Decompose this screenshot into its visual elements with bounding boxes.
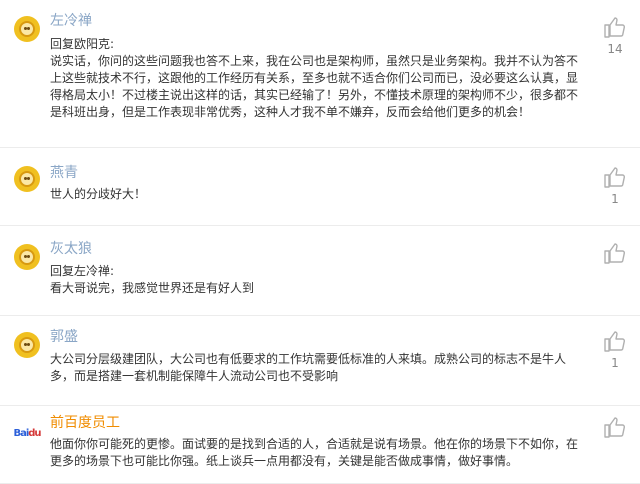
comment-text: 看大哥说完，我感觉世界还是有好人到 [50, 281, 255, 295]
like-count: 1 [611, 192, 619, 206]
username[interactable]: 前百度员工 [50, 414, 120, 432]
comment-item: 左冷禅 回复欧阳克: 说实话，你问的这些问题我也答不上来，我在公司也是架构师，虽… [0, 0, 640, 148]
comment-content: 他面你你可能死的更惨。面试要的是找到合适的人，合适就是说有场景。他在你的场景下不… [50, 436, 588, 470]
like-button[interactable]: 1 [600, 330, 630, 370]
thumbs-up-icon [604, 167, 626, 188]
reply-line: 回复欧阳克: [50, 37, 115, 51]
avatar[interactable] [14, 166, 40, 192]
username[interactable]: 燕青 [50, 164, 78, 182]
like-button[interactable] [600, 416, 630, 442]
comment-content: 回复欧阳克: 说实话，你问的这些问题我也答不上来，我在公司也是架构师，虽然只是业… [50, 36, 588, 121]
comment-text: 大公司分层级建团队，大公司也有低要求的工作坑需要低标准的人来填。成熟公司的标志不… [50, 352, 567, 383]
avatar[interactable] [14, 16, 40, 42]
avatar[interactable] [14, 244, 40, 270]
comment-item: 燕青 世人的分歧好大！ 1 [0, 148, 640, 226]
avatar[interactable] [14, 332, 40, 358]
comment-item: Baidu 前百度员工 他面你你可能死的更惨。面试要的是找到合适的人，合适就是说… [0, 406, 640, 484]
like-button[interactable] [600, 242, 630, 268]
comment-list: 左冷禅 回复欧阳克: 说实话，你问的这些问题我也答不上来，我在公司也是架构师，虽… [0, 0, 640, 484]
username[interactable]: 灰太狼 [50, 240, 92, 258]
comment-item: 郭盛 大公司分层级建团队，大公司也有低要求的工作坑需要低标准的人来填。成熟公司的… [0, 316, 640, 406]
like-count: 1 [611, 356, 619, 370]
comment-text: 说实话，你问的这些问题我也答不上来，我在公司也是架构师，虽然只是业务架构。我并不… [50, 54, 579, 119]
baidu-logo: Baidu [13, 427, 41, 439]
thumbs-up-icon [604, 331, 626, 352]
comment-content: 大公司分层级建团队，大公司也有低要求的工作坑需要低标准的人来填。成熟公司的标志不… [50, 351, 588, 385]
like-count: 14 [607, 42, 623, 56]
baidu-logo-avatar[interactable]: Baidu [12, 420, 42, 446]
comment-content: 世人的分歧好大！ [50, 186, 588, 203]
comment-text: 他面你你可能死的更惨。面试要的是找到合适的人，合适就是说有场景。他在你的场景下不… [50, 437, 579, 468]
username[interactable]: 郭盛 [50, 328, 78, 346]
thumbs-up-icon [604, 243, 626, 264]
comment-text: 世人的分歧好大！ [50, 187, 147, 201]
thumbs-up-icon [604, 17, 626, 38]
like-button[interactable]: 14 [600, 16, 630, 56]
username[interactable]: 左冷禅 [50, 12, 92, 30]
comment-content: 回复左冷禅: 看大哥说完，我感觉世界还是有好人到 [50, 263, 588, 297]
reply-line: 回复左冷禅: [50, 264, 115, 278]
like-button[interactable]: 1 [600, 166, 630, 206]
thumbs-up-icon [604, 417, 626, 438]
comment-item: 灰太狼 回复左冷禅: 看大哥说完，我感觉世界还是有好人到 [0, 226, 640, 316]
